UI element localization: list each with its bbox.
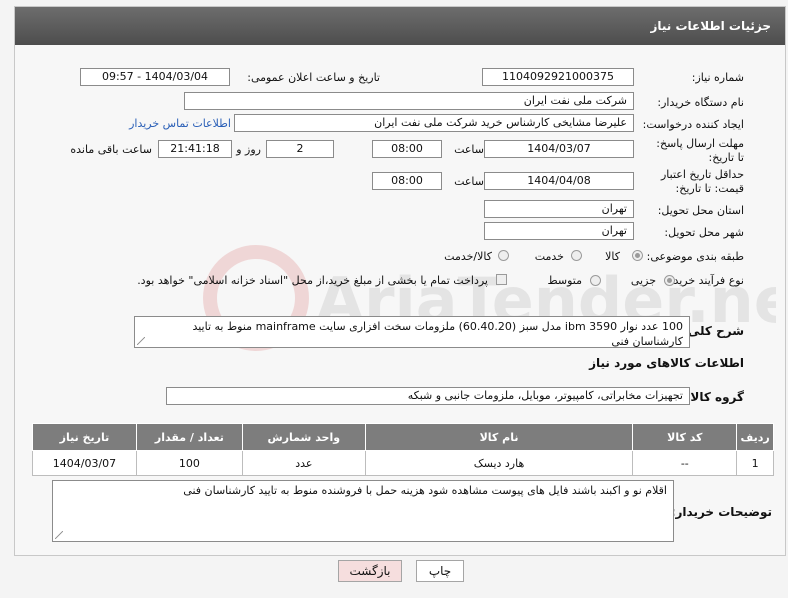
city-field: تهران bbox=[484, 222, 634, 240]
validity-date-field: 1404/04/08 bbox=[484, 172, 634, 190]
category-goods-service-radio[interactable] bbox=[498, 250, 509, 261]
need-number-field: 1104092921000375 bbox=[482, 68, 634, 86]
buyer-notes-text: اقلام نو و اکبند باشند فایل های پیوست مش… bbox=[183, 484, 667, 497]
buyer-notes-textarea: اقلام نو و اکبند باشند فایل های پیوست مش… bbox=[52, 480, 674, 542]
cell-goods-name: هارد دیسک bbox=[364, 450, 634, 476]
category-goods-label: کالا bbox=[605, 250, 620, 263]
cell-unit: عدد bbox=[241, 450, 366, 476]
print-button[interactable]: چاپ bbox=[416, 560, 464, 582]
cell-row-number: 1 bbox=[736, 450, 774, 476]
category-label: طبقه بندی موضوعی: bbox=[646, 250, 744, 263]
back-button[interactable]: بازگشت bbox=[338, 560, 402, 582]
description-textarea: 100 عدد نوار ibm 3590 مدل سبز (60.40.20)… bbox=[134, 316, 690, 348]
treasury-payment-note: پرداخت تمام یا بخشی از مبلغ خرید،از محل … bbox=[137, 274, 488, 287]
cell-need-date: 1404/03/07 bbox=[32, 450, 137, 476]
validity-time-field: 08:00 bbox=[372, 172, 442, 190]
need-number-label: شماره نیاز: bbox=[691, 71, 744, 84]
goods-group-label: گروه کالا: bbox=[685, 390, 744, 404]
category-service-radio[interactable] bbox=[571, 250, 582, 261]
province-field: تهران bbox=[484, 200, 634, 218]
description-text: 100 عدد نوار ibm 3590 مدل سبز (60.40.20)… bbox=[192, 320, 683, 348]
process-medium-label: متوسط bbox=[547, 274, 582, 287]
col-unit: واحد شمارش bbox=[241, 423, 366, 451]
process-label: نوع فرآیند خرید : bbox=[666, 274, 744, 287]
deadline-date-field: 1404/03/07 bbox=[484, 140, 634, 158]
category-goods-radio[interactable] bbox=[632, 250, 643, 261]
deadline-time-label: ساعت bbox=[454, 143, 484, 156]
remaining-label: ساعت باقی مانده bbox=[70, 143, 152, 156]
col-goods-code: کد کالا bbox=[632, 423, 738, 451]
process-minor-label: جزیی bbox=[630, 274, 656, 287]
announce-datetime-field: 1404/03/04 - 09:57 bbox=[80, 68, 230, 86]
deadline-time-field: 08:00 bbox=[372, 140, 442, 158]
process-minor-radio[interactable] bbox=[664, 275, 675, 286]
col-quantity: تعداد / مقدار bbox=[135, 423, 243, 451]
panel-header: جزئیات اطلاعات نیاز bbox=[15, 7, 785, 45]
resize-grip-icon[interactable] bbox=[55, 531, 63, 539]
price-validity-label: حداقل تاریخ اعتبار قیمت: تا تاریخ: bbox=[660, 168, 744, 195]
time-remaining-field: 21:41:18 bbox=[158, 140, 232, 158]
table-row: 1 -- هارد دیسک عدد 100 1404/03/07 bbox=[32, 450, 774, 476]
buyer-notes-label: توضیحات خریدار: bbox=[670, 505, 772, 519]
city-label: شهر محل تحویل: bbox=[664, 226, 744, 239]
category-service-label: خدمت bbox=[534, 250, 564, 263]
province-label: استان محل تحویل: bbox=[657, 204, 744, 217]
category-goods-service-label: کالا/خدمت bbox=[444, 250, 492, 263]
goods-group-field: تجهیزات مخابراتی، کامپیوتر، موبایل، ملزو… bbox=[166, 387, 690, 405]
deadline-label: مهلت ارسال پاسخ: تا تاریخ: bbox=[656, 137, 744, 164]
panel-title: جزئیات اطلاعات نیاز bbox=[650, 19, 771, 33]
treasury-payment-checkbox[interactable] bbox=[496, 274, 507, 285]
requester-label: ایجاد کننده درخواست: bbox=[642, 118, 744, 131]
process-medium-radio[interactable] bbox=[590, 275, 601, 286]
announce-datetime-label: تاریخ و ساعت اعلان عمومی: bbox=[247, 71, 380, 84]
goods-info-heading: اطلاعات کالاهای مورد نیاز bbox=[589, 356, 744, 370]
validity-time-label: ساعت bbox=[454, 175, 484, 188]
day-and-label: روز و bbox=[236, 143, 261, 156]
col-need-date: تاریخ نیاز bbox=[32, 423, 137, 451]
days-remaining-field: 2 bbox=[266, 140, 334, 158]
col-goods-name: نام کالا bbox=[364, 423, 634, 451]
buyer-org-label: نام دستگاه خریدار: bbox=[657, 96, 744, 109]
buyer-contact-link[interactable]: اطلاعات تماس خریدار bbox=[129, 117, 231, 130]
cell-goods-code: -- bbox=[632, 450, 738, 476]
cell-quantity: 100 bbox=[135, 450, 243, 476]
table-header-row: ردیف کد کالا نام کالا واحد شمارش تعداد /… bbox=[32, 423, 774, 451]
buyer-org-field: شرکت ملی نفت ایران bbox=[184, 92, 634, 110]
requester-field: علیرضا مشایخی کارشناس خرید شرکت ملی نفت … bbox=[234, 114, 634, 132]
resize-grip-icon[interactable] bbox=[137, 337, 145, 345]
goods-table: ردیف کد کالا نام کالا واحد شمارش تعداد /… bbox=[32, 423, 774, 476]
col-row-number: ردیف bbox=[736, 423, 774, 451]
